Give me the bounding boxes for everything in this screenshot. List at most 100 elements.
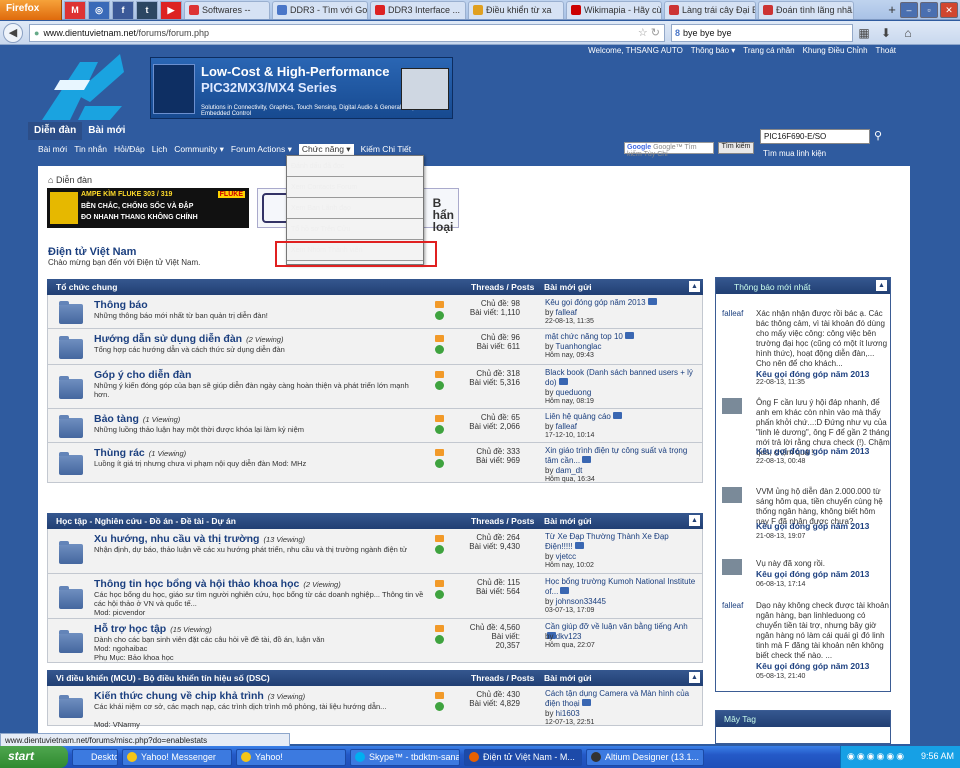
- collapse-icon[interactable]: ▲: [689, 672, 700, 683]
- author-link[interactable]: dam_dt: [556, 466, 583, 475]
- category-name[interactable]: Vi điều khiển (MCU) - Bộ điều khiển tín …: [56, 673, 270, 683]
- dropdown-menu-item[interactable]: Đánh dấu đã đọc: [287, 156, 423, 177]
- subnav-item[interactable]: Tin nhắn: [74, 144, 107, 155]
- rss-icon[interactable]: [435, 335, 444, 342]
- youtube-icon[interactable]: ▶: [160, 0, 182, 19]
- rss-icon[interactable]: [435, 371, 444, 378]
- firefox-menu-button[interactable]: Firefox: [0, 0, 62, 20]
- browser-search-input[interactable]: 8 bye bye bye: [671, 23, 853, 42]
- collapse-icon[interactable]: ▲: [689, 515, 700, 526]
- gmail-icon[interactable]: M: [64, 0, 86, 19]
- author-link[interactable]: queduong: [556, 388, 592, 397]
- top-link[interactable]: Thoát: [876, 46, 896, 55]
- site-logo[interactable]: [40, 50, 125, 122]
- start-button[interactable]: start: [0, 746, 68, 768]
- home-icon[interactable]: ⌂: [48, 175, 53, 185]
- top-link[interactable]: Thông báo ▾: [691, 46, 736, 55]
- avatar[interactable]: [722, 398, 742, 414]
- author-link[interactable]: vjetcc: [556, 552, 576, 561]
- forum-title[interactable]: Thông tin học bổng và hội thảo khoa học(…: [94, 578, 341, 590]
- browser-tab[interactable]: DDR3 Interface ...: [370, 0, 466, 19]
- go-to-post-icon[interactable]: [624, 332, 634, 339]
- forum-title[interactable]: Thông báo: [94, 299, 148, 311]
- last-post-title[interactable]: Black book (Danh sách banned users + lý …: [545, 368, 697, 388]
- bookmark-star-icon[interactable]: ☆ ↻: [638, 26, 660, 39]
- pic32-banner-ad[interactable]: Low-Cost & High-Performance PIC32MX3/MX4…: [150, 57, 453, 119]
- rss-icon[interactable]: [435, 535, 444, 542]
- notice-link[interactable]: Kêu gọi đóng góp năm 2013: [756, 369, 890, 379]
- notice-link[interactable]: Kêu gọi đóng góp năm 2013: [756, 446, 890, 456]
- last-post-title[interactable]: Từ Xe Đạp Thường Thành Xe Đạp Điện!!!!!: [545, 532, 697, 552]
- forum-title[interactable]: Hỗ trợ học tập (15 Viewing): [94, 623, 212, 635]
- notice-user[interactable]: falleaf: [722, 601, 743, 610]
- bookmarks-icon[interactable]: ▦: [853, 26, 875, 40]
- collapse-icon[interactable]: ▲: [876, 280, 887, 291]
- last-post-title[interactable]: Học bổng trường Kumoh National Institute…: [545, 577, 697, 597]
- last-post-title[interactable]: mật chức năng top 10: [545, 332, 697, 342]
- go-to-post-icon[interactable]: [558, 378, 568, 385]
- taskbar-button[interactable]: Skype™ - tbdktm-sana: [350, 748, 460, 766]
- taskbar-button[interactable]: Altium Designer (13.1...: [586, 748, 704, 766]
- browser-tab[interactable]: Điều khiển từ xa: [468, 0, 564, 19]
- browser-tab[interactable]: Đoán tình lãng nhã...: [758, 0, 854, 19]
- go-to-post-icon[interactable]: [581, 699, 591, 706]
- forum-title[interactable]: Thùng rác (1 Viewing): [94, 447, 186, 459]
- last-post-title[interactable]: Xin giáo trình điện tự công suất và trọn…: [545, 446, 697, 466]
- subforum-link[interactable]: Phụ Mục: Bảo khoa học: [94, 653, 174, 662]
- category-name[interactable]: Tổ chức chung: [56, 282, 117, 292]
- home-icon[interactable]: ⌂: [897, 26, 919, 40]
- go-to-post-icon[interactable]: [582, 456, 592, 463]
- notice-link[interactable]: Kêu gọi đóng góp năm 2013: [756, 521, 890, 531]
- subnav-item[interactable]: Lịch: [152, 144, 168, 155]
- tumblr-icon[interactable]: t: [136, 0, 158, 19]
- taskbar-button[interactable]: Desktop: [72, 748, 118, 766]
- top-link[interactable]: Khung Điều Chỉnh: [803, 46, 868, 55]
- taskbar-button[interactable]: Điện tử Việt Nam - M...: [464, 748, 582, 766]
- google-search-button[interactable]: Tìm kiếm: [718, 142, 754, 154]
- avatar[interactable]: [722, 487, 742, 503]
- subnav-item[interactable]: Community ▾: [174, 144, 224, 155]
- rss-icon[interactable]: [435, 580, 444, 587]
- notice-user[interactable]: falleaf: [722, 309, 743, 318]
- rss-icon[interactable]: [435, 415, 444, 422]
- rss-icon[interactable]: [435, 692, 444, 699]
- fluke-ad[interactable]: AMPE KÌM FLUKE 303 / 319 BỀN CHẮC, CHỐNG…: [47, 188, 249, 228]
- forum-moderator[interactable]: Mod: VNarmy: [94, 720, 140, 729]
- back-icon[interactable]: ◀: [3, 22, 23, 43]
- avatar[interactable]: [722, 559, 742, 575]
- collapse-icon[interactable]: ▲: [689, 281, 700, 292]
- last-post-title[interactable]: Cách tận dụng Camera và Màn hình của điệ…: [545, 689, 697, 709]
- taskbar-button[interactable]: Yahoo!: [236, 748, 346, 766]
- browser-tab[interactable]: Wikimapia - Hãy cù...: [566, 0, 662, 19]
- forum-title[interactable]: Bảo tàng (1 Viewing): [94, 413, 180, 425]
- author-link[interactable]: hi1603: [556, 709, 580, 718]
- url-bar[interactable]: ● www.dientuvietnam.net /forums/forum.ph…: [29, 23, 665, 42]
- tab-forums[interactable]: Diễn đàn: [28, 122, 83, 140]
- facebook-icon[interactable]: f: [112, 0, 134, 19]
- forum-title[interactable]: Xu hướng, nhu cầu và thị trường (13 Viewi…: [94, 533, 305, 545]
- go-to-post-icon[interactable]: [612, 412, 622, 419]
- component-search-link[interactable]: Tìm mua linh kiện: [763, 149, 826, 158]
- component-search-input[interactable]: PIC16F690-E/SO: [760, 129, 870, 144]
- download-icon[interactable]: ⬇: [875, 26, 897, 40]
- search-icon[interactable]: ⚲: [874, 129, 882, 142]
- author-link[interactable]: johnson33445: [556, 597, 606, 606]
- notice-link[interactable]: Kêu gọi đóng góp năm 2013: [756, 661, 890, 671]
- subnav-item[interactable]: Chức năng ▾: [298, 144, 354, 155]
- forum-title[interactable]: Góp ý cho diễn đàn: [94, 369, 191, 381]
- subnav-item[interactable]: Bài mới: [38, 144, 67, 155]
- taskbar-button[interactable]: Yahoo! Messenger: [122, 748, 232, 766]
- tray-icons[interactable]: ◉◉◉◉◉◉: [841, 751, 906, 762]
- dropdown-menu-item[interactable]: Xem Ban Lãnh đạo: [287, 198, 423, 219]
- dropdown-menu-item[interactable]: Xem Contacts Forum: [287, 177, 423, 198]
- new-tab-button[interactable]: +: [884, 2, 900, 18]
- forum-title[interactable]: Kiến thức chung về chip khả trình (3 View…: [94, 690, 305, 702]
- forum-moderator[interactable]: Mod: picvendor: [94, 608, 145, 617]
- browser-tab[interactable]: Làng trái cây Đại Bình: [664, 0, 756, 19]
- rss-icon[interactable]: [435, 301, 444, 308]
- notice-link[interactable]: Kêu gọi đóng góp năm 2013: [756, 569, 890, 579]
- last-post-title[interactable]: Liên hệ quảng cáo: [545, 412, 697, 422]
- tab-new-posts[interactable]: Bài mới: [82, 122, 131, 140]
- author-link[interactable]: dkv123: [556, 632, 582, 641]
- google-custom-search-input[interactable]: Google Google™ Tìm kiếm Tùy Chỉ: [624, 142, 714, 158]
